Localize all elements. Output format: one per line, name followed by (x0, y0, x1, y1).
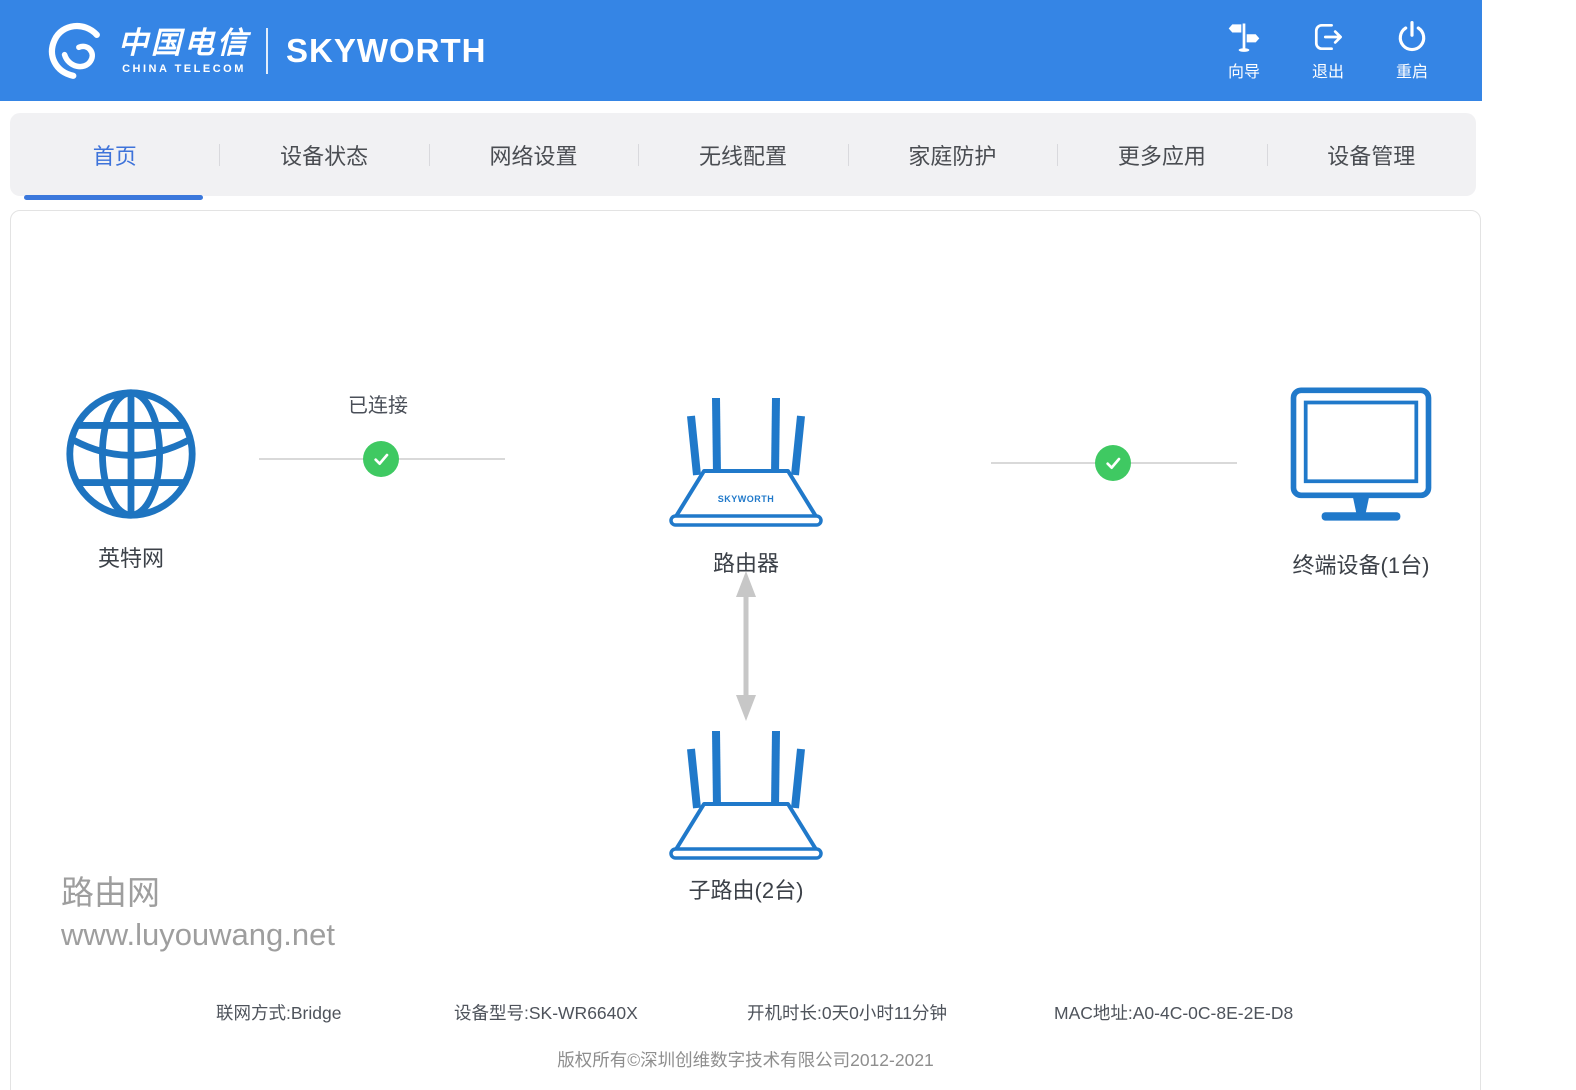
info-mac-address: MAC地址:A0-4C-0C-8E-2E-D8 (1054, 1000, 1293, 1025)
globe-icon (63, 386, 199, 522)
restart-button[interactable]: 重启 (1394, 19, 1430, 82)
brand-skyworth: SKYWORTH (286, 32, 487, 70)
router-icon[interactable]: SKYWORTH (666, 383, 826, 535)
header-actions: 向导 退出 重启 (1226, 0, 1430, 101)
tab-home[interactable]: 首页 (10, 113, 219, 196)
connection-check-2 (1095, 445, 1131, 481)
monitor-icon[interactable] (1286, 384, 1436, 526)
wizard-button[interactable]: 向导 (1226, 19, 1262, 82)
logout-icon (1310, 19, 1346, 55)
brand-area: 中国电信 CHINA TELECOM SKYWORTH (46, 20, 487, 82)
tab-wireless-config[interactable]: 无线配置 (638, 113, 847, 196)
watermark-line2: www.luyouwang.net (61, 915, 335, 955)
brand-en-subtext: CHINA TELECOM (122, 63, 246, 75)
logout-label: 退出 (1312, 58, 1344, 82)
check-icon (1101, 451, 1125, 475)
restart-icon (1394, 19, 1430, 55)
topology-panel: 英特网 已连接 SKYWORTH 路由器 终端设备(1台) (10, 210, 1481, 1090)
check-icon (369, 447, 393, 471)
tab-device-status[interactable]: 设备状态 (219, 113, 428, 196)
tab-home-protection[interactable]: 家庭防护 (848, 113, 1057, 196)
wizard-label: 向导 (1228, 58, 1260, 82)
tab-network-settings[interactable]: 网络设置 (429, 113, 638, 196)
brand-cn-text: 中国电信 (118, 27, 250, 61)
app-header: 中国电信 CHINA TELECOM SKYWORTH 向导 退出 (0, 0, 1482, 101)
info-device-model: 设备型号:SK-WR6640X (454, 1000, 638, 1025)
brand-china-telecom: 中国电信 CHINA TELECOM (118, 27, 250, 75)
main-nav: 首页 设备状态 网络设置 无线配置 家庭防护 更多应用 设备管理 (10, 113, 1476, 196)
sub-router-label: 子路由(2台) (646, 873, 846, 905)
china-telecom-logo-icon (46, 20, 108, 82)
restart-label: 重启 (1396, 58, 1428, 82)
tab-more-apps[interactable]: 更多应用 (1057, 113, 1266, 196)
tab-device-management[interactable]: 设备管理 (1267, 113, 1476, 196)
copyright-text: 版权所有©深圳创维数字技术有限公司2012-2021 (11, 1047, 1480, 1072)
info-uptime: 开机时长:0天0小时11分钟 (747, 1000, 947, 1025)
wizard-icon (1226, 19, 1262, 55)
internet-label: 英特网 (31, 541, 231, 573)
terminal-label: 终端设备(1台) (1261, 548, 1461, 580)
brand-divider (266, 28, 268, 74)
sub-router-icon[interactable] (666, 716, 826, 868)
double-arrow-icon (734, 571, 758, 721)
connection-check-1 (363, 441, 399, 477)
router-brand-text: SKYWORTH (718, 494, 775, 504)
logout-button[interactable]: 退出 (1310, 19, 1346, 82)
watermark-line1: 路由网 (61, 871, 335, 915)
connection-status-label: 已连接 (278, 389, 478, 418)
info-connection-mode: 联网方式:Bridge (216, 1000, 341, 1025)
watermark: 路由网 www.luyouwang.net (61, 871, 335, 955)
